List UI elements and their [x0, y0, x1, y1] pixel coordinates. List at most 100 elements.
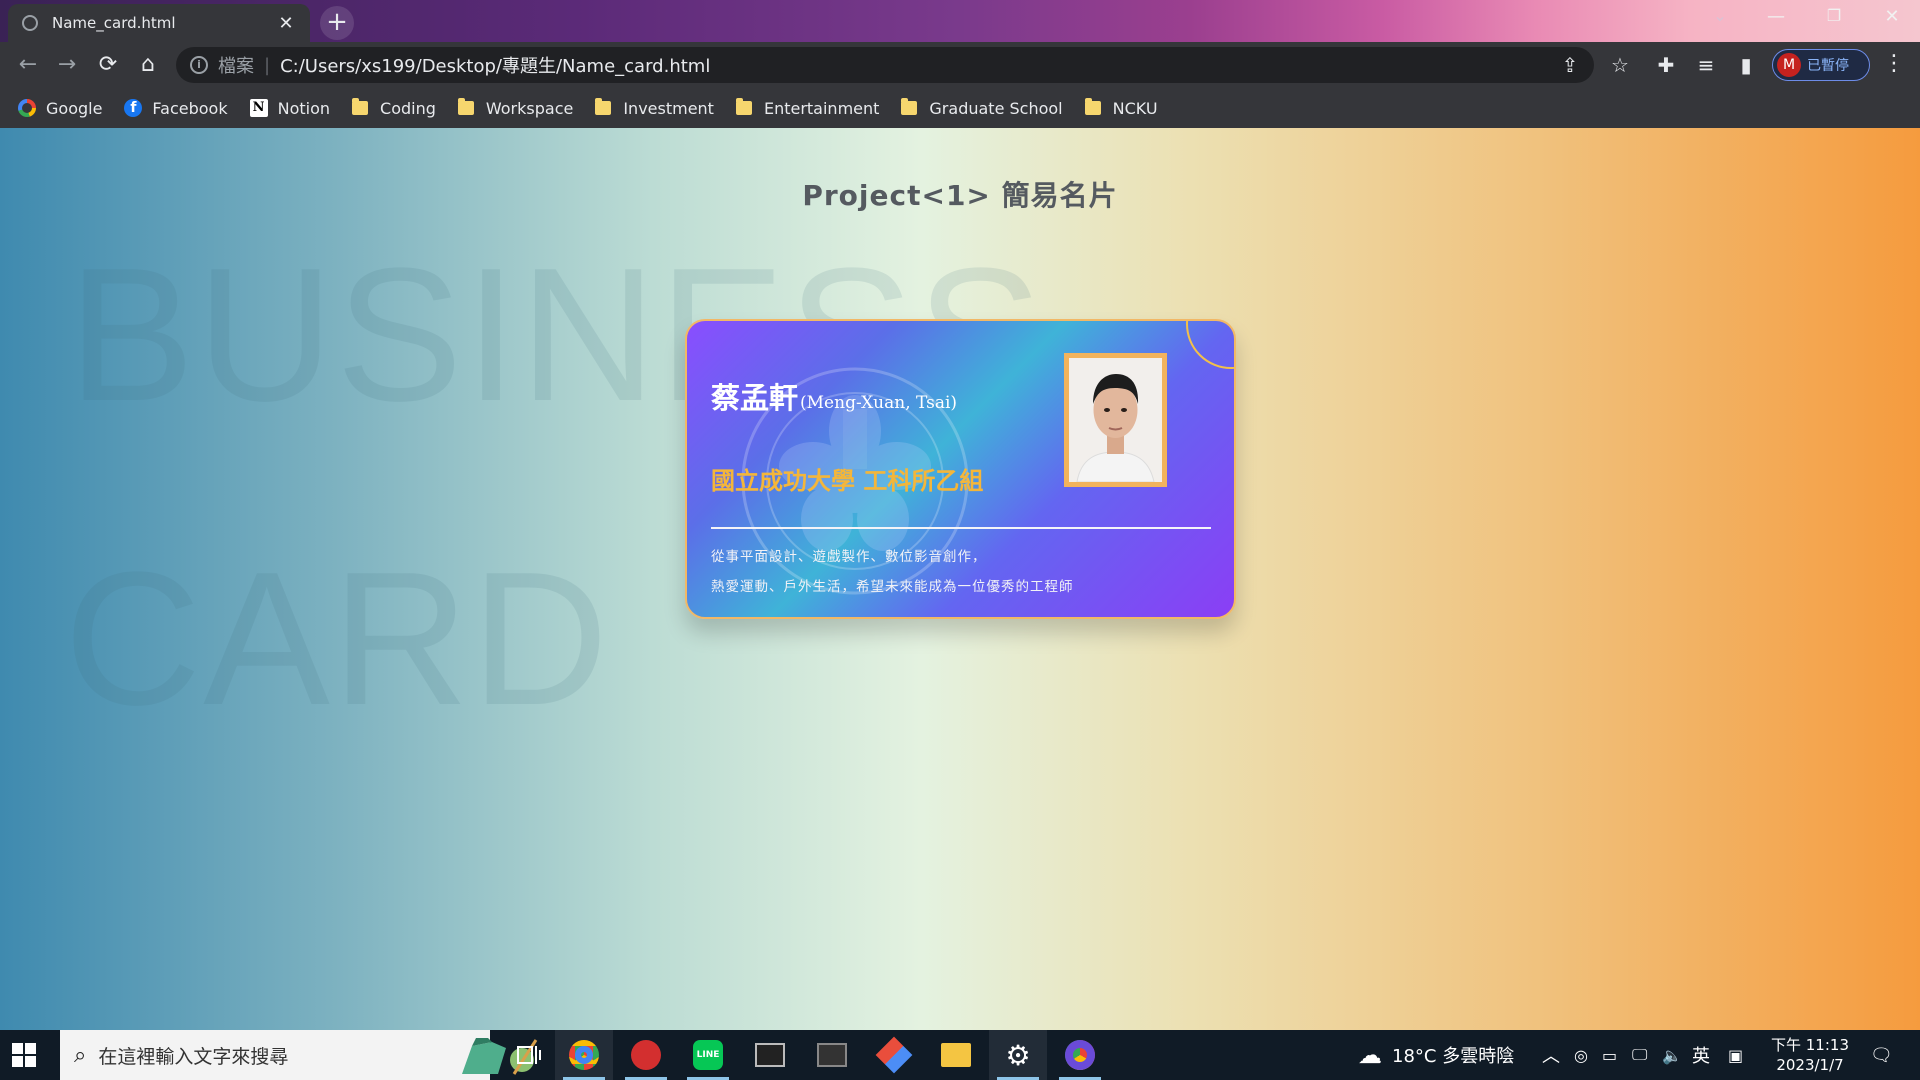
chrome-icon	[1065, 1040, 1095, 1070]
bookmark-notion[interactable]: N Notion	[249, 98, 331, 118]
home-icon[interactable]: ⌂	[134, 51, 162, 79]
diamond-app-icon	[875, 1036, 913, 1074]
gear-icon: ⚙	[1005, 1038, 1031, 1072]
browser-tab[interactable]: Name_card.html ✕	[8, 4, 310, 42]
share-icon[interactable]: ⇪	[1558, 53, 1582, 77]
bookmark-label: Google	[46, 98, 103, 118]
cloud-icon: ☁	[1358, 1041, 1382, 1069]
notifications-icon[interactable]: 🗨	[1870, 1030, 1893, 1080]
folder-icon	[352, 98, 369, 115]
bookmark-label: NCKU	[1112, 98, 1158, 118]
search-icon: ⌕	[74, 1042, 87, 1068]
bookmark-folder-ncku[interactable]: NCKU	[1084, 98, 1158, 118]
person-icon	[1069, 358, 1162, 482]
task-view-icon[interactable]	[500, 1030, 558, 1080]
bookmark-folder-investment[interactable]: Investment	[595, 98, 714, 118]
card-description-line-2: 熱愛運動、戶外生活，希望未來能成為一位優秀的工程師	[711, 579, 1074, 595]
meet-now-icon[interactable]: ◎	[1574, 1030, 1588, 1080]
file-explorer-taskbar-icon[interactable]	[927, 1030, 985, 1080]
windows-taskbar: ⌕ 在這裡輸入文字來搜尋 LINE ⚙ ☁ 18°C 多雲時陰 ︿ ◎ ▭ 🖵 …	[0, 1030, 1920, 1080]
extensions-puzzle-icon[interactable]: ✚	[1652, 51, 1680, 79]
bookmark-label: Coding	[380, 98, 436, 118]
chrome-profile-taskbar-icon[interactable]	[1051, 1030, 1109, 1080]
folder-icon	[1084, 98, 1101, 115]
corner-arc-decoration	[1186, 321, 1234, 369]
search-placeholder: 在這裡輸入文字來搜尋	[98, 1045, 289, 1068]
profile-status: 已暫停	[1807, 58, 1849, 74]
folder-icon	[457, 98, 474, 115]
profile-photo	[1064, 353, 1167, 487]
card-organization: 國立成功大學 工科所乙組	[711, 467, 984, 495]
media-player-taskbar-icon[interactable]	[617, 1030, 675, 1080]
minimize-button[interactable]: —	[1756, 6, 1796, 27]
folder-icon	[901, 98, 918, 115]
bookmark-folder-entertainment[interactable]: Entertainment	[735, 98, 880, 118]
url-separator: |	[264, 54, 271, 76]
url-text[interactable]: C:/Users/xs199/Desktop/專題生/Name_card.htm…	[280, 52, 710, 78]
address-bar[interactable]: i 檔案 | C:/Users/xs199/Desktop/專題生/Name_c…	[176, 47, 1594, 83]
ime-mode-icon[interactable]: ▣	[1728, 1030, 1743, 1080]
tab-search-icon[interactable]: ⌄	[1700, 6, 1740, 25]
weather-text: 18°C 多雲時陰	[1392, 1046, 1515, 1067]
windows-start-icon[interactable]	[12, 1043, 36, 1067]
battery-icon[interactable]: ▭	[1602, 1030, 1617, 1080]
facebook-icon: f	[124, 99, 143, 117]
page-viewport: BUSINESS CARD Project<1> 簡易名片 蔡孟軒 (Meng-X…	[0, 128, 1920, 1030]
bookmark-facebook[interactable]: f Facebook	[124, 98, 228, 118]
card-divider	[711, 527, 1211, 529]
console-icon	[817, 1043, 847, 1067]
folder-icon	[735, 98, 752, 115]
portrait-image	[1069, 358, 1162, 482]
card-name: 蔡孟軒 (Meng-Xuan, Tsai)	[711, 375, 957, 417]
bookmark-star-icon[interactable]: ☆	[1606, 51, 1634, 79]
more-menu-icon[interactable]: ⋮	[1880, 51, 1908, 76]
input-method-indicator[interactable]: 英	[1692, 1030, 1710, 1080]
clock-date: 2023/1/7	[1776, 1056, 1844, 1074]
weather-widget[interactable]: ☁ 18°C 多雲時陰	[1358, 1030, 1514, 1080]
console-taskbar-icon[interactable]	[803, 1030, 861, 1080]
background-word-card: CARD	[64, 533, 611, 745]
clock-time: 下午 11:13	[1771, 1036, 1849, 1054]
media-control-icon[interactable]: ≡	[1692, 51, 1720, 79]
show-hidden-icons-icon[interactable]: ︿	[1542, 1030, 1560, 1080]
network-icon[interactable]: 🖵	[1632, 1030, 1647, 1080]
business-card: 蔡孟軒 (Meng-Xuan, Tsai) 國立成功大學 工科所乙組 從事平面設計…	[685, 319, 1236, 619]
chrome-taskbar-icon[interactable]	[555, 1030, 613, 1080]
settings-taskbar-icon[interactable]: ⚙	[989, 1030, 1047, 1080]
volume-icon[interactable]: 🔈	[1662, 1030, 1682, 1080]
bookmark-label: Workspace	[485, 98, 574, 118]
taskbar-search-box[interactable]: ⌕ 在這裡輸入文字來搜尋	[60, 1030, 538, 1080]
bookmark-label: Investment	[623, 98, 714, 118]
profile-button[interactable]: M 已暫停	[1772, 49, 1870, 81]
bookmark-folder-graduate-school[interactable]: Graduate School	[901, 98, 1063, 118]
info-icon[interactable]: i	[190, 56, 208, 74]
name-english: (Meng-Xuan, Tsai)	[800, 393, 958, 413]
bookmark-label: Notion	[277, 98, 331, 118]
line-app-taskbar-icon[interactable]: LINE	[679, 1030, 737, 1080]
bookmark-google[interactable]: Google	[18, 99, 102, 118]
git-client-taskbar-icon[interactable]	[865, 1030, 923, 1080]
terminal-icon	[755, 1043, 785, 1067]
back-arrow-icon[interactable]: ←	[14, 51, 42, 79]
folder-icon	[595, 98, 612, 115]
reload-icon[interactable]: ⟳	[94, 51, 122, 79]
bookmark-label: Graduate School	[929, 98, 1063, 118]
side-panel-icon[interactable]: ▮	[1732, 51, 1760, 79]
notion-icon: N	[249, 99, 268, 117]
clock[interactable]: 下午 11:13 2023/1/7	[1760, 1035, 1860, 1075]
restore-button[interactable]: ❐	[1814, 6, 1854, 25]
bookmark-folder-coding[interactable]: Coding	[352, 98, 436, 118]
close-tab-icon[interactable]: ✕	[276, 13, 296, 34]
bookmark-folder-workspace[interactable]: Workspace	[457, 98, 574, 118]
page-title: Project<1> 簡易名片	[802, 179, 1118, 212]
card-description-line-1: 從事平面設計、遊戲製作、數位影音創作，	[711, 549, 987, 565]
line-icon: LINE	[693, 1040, 723, 1070]
bookmark-label: Facebook	[152, 98, 228, 118]
browser-titlebar: Name_card.html ✕ + ⌄ — ❐ ✕	[0, 0, 1920, 42]
close-window-button[interactable]: ✕	[1872, 6, 1912, 27]
globe-icon	[22, 15, 38, 31]
forward-arrow-icon[interactable]: →	[53, 51, 81, 79]
new-tab-button[interactable]: +	[320, 6, 354, 40]
terminal-taskbar-icon[interactable]	[741, 1030, 799, 1080]
bookmark-label: Entertainment	[763, 98, 880, 118]
